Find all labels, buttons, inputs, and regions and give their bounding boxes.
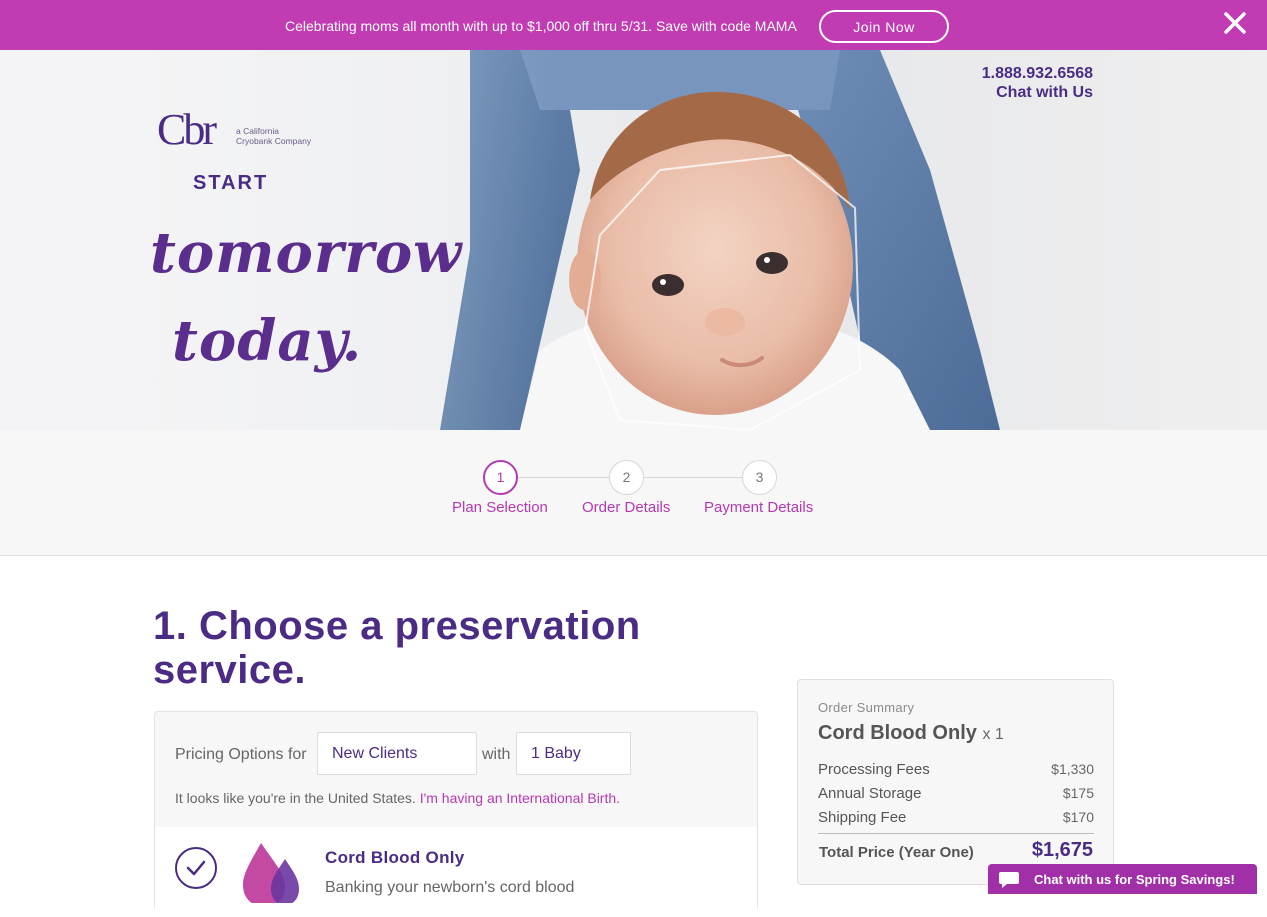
client-type-select[interactable]: New Clients (317, 732, 477, 775)
summary-row-storage: Annual Storage $175 (818, 785, 1094, 802)
step-connector (518, 477, 610, 478)
chat-with-us-link[interactable]: Chat with Us (996, 84, 1093, 102)
promo-text: Celebrating moms all month with up to $1… (285, 18, 797, 34)
summary-divider (818, 833, 1094, 834)
step-1-circle[interactable]: 1 (483, 460, 518, 495)
chat-bubble-icon (999, 872, 1019, 888)
cord-blood-drop-icon (243, 843, 299, 903)
chat-widget-label: Chat with us for Spring Savings! (1034, 872, 1235, 887)
step-1-label[interactable]: Plan Selection (452, 499, 548, 516)
logo-subtitle: a California Cryobank Company (236, 126, 312, 146)
summary-plan-name: Cord Blood Only x 1 (818, 722, 1004, 744)
hero-start-text: START (193, 172, 269, 194)
with-label: with (482, 746, 511, 763)
logo[interactable]: Cbr (157, 104, 217, 155)
order-summary-label: Order Summary (818, 700, 915, 715)
summary-total-amount: $1,675 (1031, 839, 1093, 861)
order-summary: Order Summary Cord Blood Only x 1 Proces… (797, 679, 1114, 885)
plan-option-cord-blood-only[interactable]: Cord Blood Only Banking your newborn's c… (155, 827, 757, 917)
location-note: It looks like you're in the United State… (175, 790, 621, 806)
close-icon[interactable] (1220, 8, 1250, 38)
plan-title: Cord Blood Only (325, 848, 465, 867)
international-birth-link[interactable]: I'm having an International Birth. (420, 790, 620, 806)
pricing-options-label: Pricing Options for (175, 746, 307, 763)
summary-quantity: x 1 (982, 726, 1004, 743)
baby-count-select[interactable]: 1 Baby (516, 732, 631, 775)
phone-number[interactable]: 1.888.932.6568 (982, 65, 1093, 83)
page-title: 1. Choose a preservation service. (153, 604, 641, 692)
plan-selected-checkbox[interactable] (175, 847, 217, 889)
promo-banner: Celebrating moms all month with up to $1… (0, 0, 1267, 50)
join-now-button[interactable]: Join Now (819, 10, 949, 43)
hero-tagline-today: today. (172, 308, 363, 374)
plan-description: Banking your newborn's cord blood (325, 879, 575, 896)
step-connector (644, 477, 742, 478)
summary-row-shipping: Shipping Fee $170 (818, 809, 1094, 826)
step-3-circle[interactable]: 3 (742, 460, 777, 495)
pricing-panel: Pricing Options for New Clients with 1 B… (154, 711, 758, 917)
step-3-label[interactable]: Payment Details (704, 499, 813, 516)
step-2-circle[interactable]: 2 (609, 460, 644, 495)
summary-row-processing: Processing Fees $1,330 (818, 761, 1094, 778)
hero-tagline-tomorrow: tomorrow (150, 220, 463, 286)
step-2-label[interactable]: Order Details (582, 499, 670, 516)
checkmark-icon (186, 860, 206, 876)
chat-widget-button[interactable]: Chat with us for Spring Savings! (988, 864, 1257, 894)
hero-banner: Cbr a California Cryobank Company 1.888.… (0, 50, 1267, 430)
summary-total-label: Total Price (Year One) (819, 844, 974, 861)
checkout-steps: 1 Plan Selection 2 Order Details 3 Payme… (0, 430, 1267, 556)
